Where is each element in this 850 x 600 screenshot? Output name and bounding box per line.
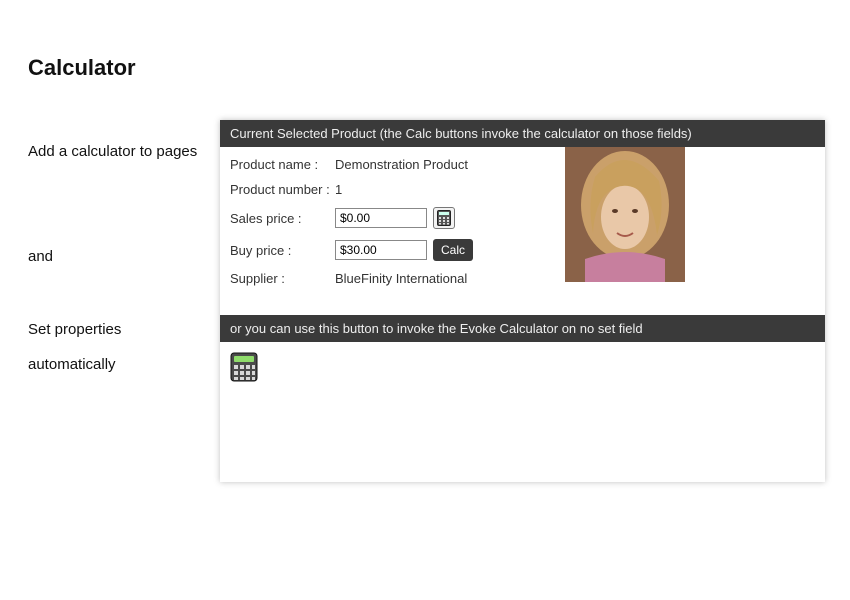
label-product-number: Product number : — [230, 182, 335, 197]
standalone-calc-button[interactable] — [230, 352, 260, 382]
side-text-3: Set properties automatically — [28, 313, 198, 382]
panel-header-2: or you can use this button to invoke the… — [220, 315, 825, 342]
sales-price-calc-button[interactable] — [433, 207, 455, 229]
product-image — [565, 147, 685, 282]
side-text-1: Add a calculator to pages — [28, 135, 198, 170]
product-panel: Current Selected Product (the Calc butto… — [220, 120, 825, 482]
panel-header-1: Current Selected Product (the Calc butto… — [220, 120, 825, 147]
value-product-number: 1 — [335, 182, 342, 197]
page-title: Calculator — [28, 55, 136, 81]
calculator-icon — [230, 352, 260, 382]
buy-price-input[interactable] — [335, 240, 427, 260]
side-text-2: and — [28, 240, 198, 275]
value-supplier: BlueFinity International — [335, 271, 467, 286]
label-supplier: Supplier : — [230, 271, 335, 286]
panel-content: Product name : Demonstration Product Pro… — [220, 147, 825, 315]
value-product-name: Demonstration Product — [335, 157, 468, 172]
sales-price-input[interactable] — [335, 208, 427, 228]
label-product-name: Product name : — [230, 157, 335, 172]
label-buy-price: Buy price : — [230, 243, 335, 258]
panel-below — [220, 342, 825, 482]
buy-price-calc-button[interactable]: Calc — [433, 239, 473, 261]
label-sales-price: Sales price : — [230, 211, 335, 226]
calculator-icon — [437, 210, 451, 226]
